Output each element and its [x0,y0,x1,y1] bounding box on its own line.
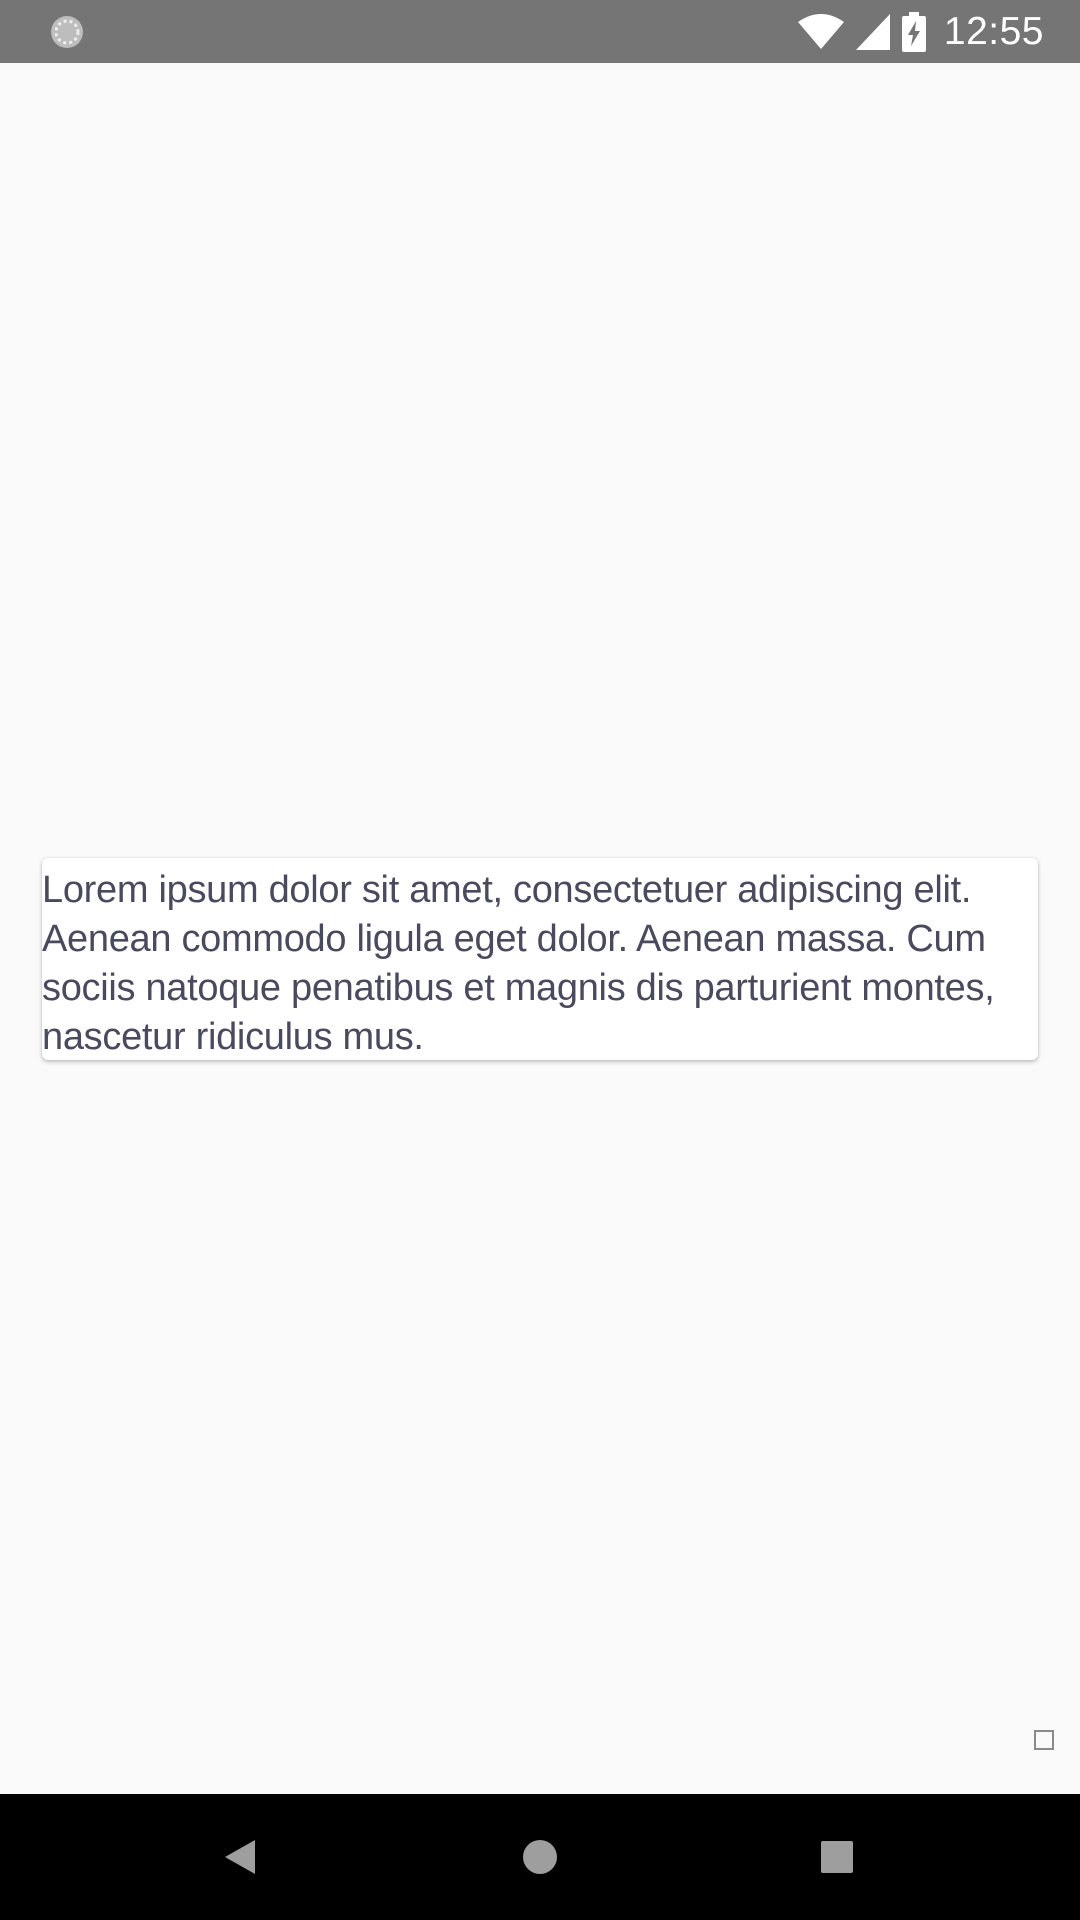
home-icon [523,1840,557,1874]
screen: 12:55 Lorem ipsum dolor sit amet, consec… [0,0,1080,1920]
navigation-bar [0,1794,1080,1920]
battery-charging-icon [901,11,926,52]
cell-signal-icon [855,13,890,50]
square-indicator[interactable] [1034,1730,1054,1750]
back-icon [225,1840,255,1874]
text-card: Lorem ipsum dolor sit amet, consectetuer… [42,858,1038,1060]
wifi-icon [797,13,844,49]
home-button[interactable] [508,1825,572,1889]
recents-button[interactable] [805,1825,869,1889]
loading-circle-icon [51,16,83,48]
back-button[interactable] [208,1825,272,1889]
card-text: Lorem ipsum dolor sit amet, consectetuer… [42,869,995,1058]
status-icons: 12:55 [797,0,1044,63]
status-bar: 12:55 [0,0,1080,63]
status-time: 12:55 [943,9,1044,53]
recents-icon [821,1841,853,1873]
